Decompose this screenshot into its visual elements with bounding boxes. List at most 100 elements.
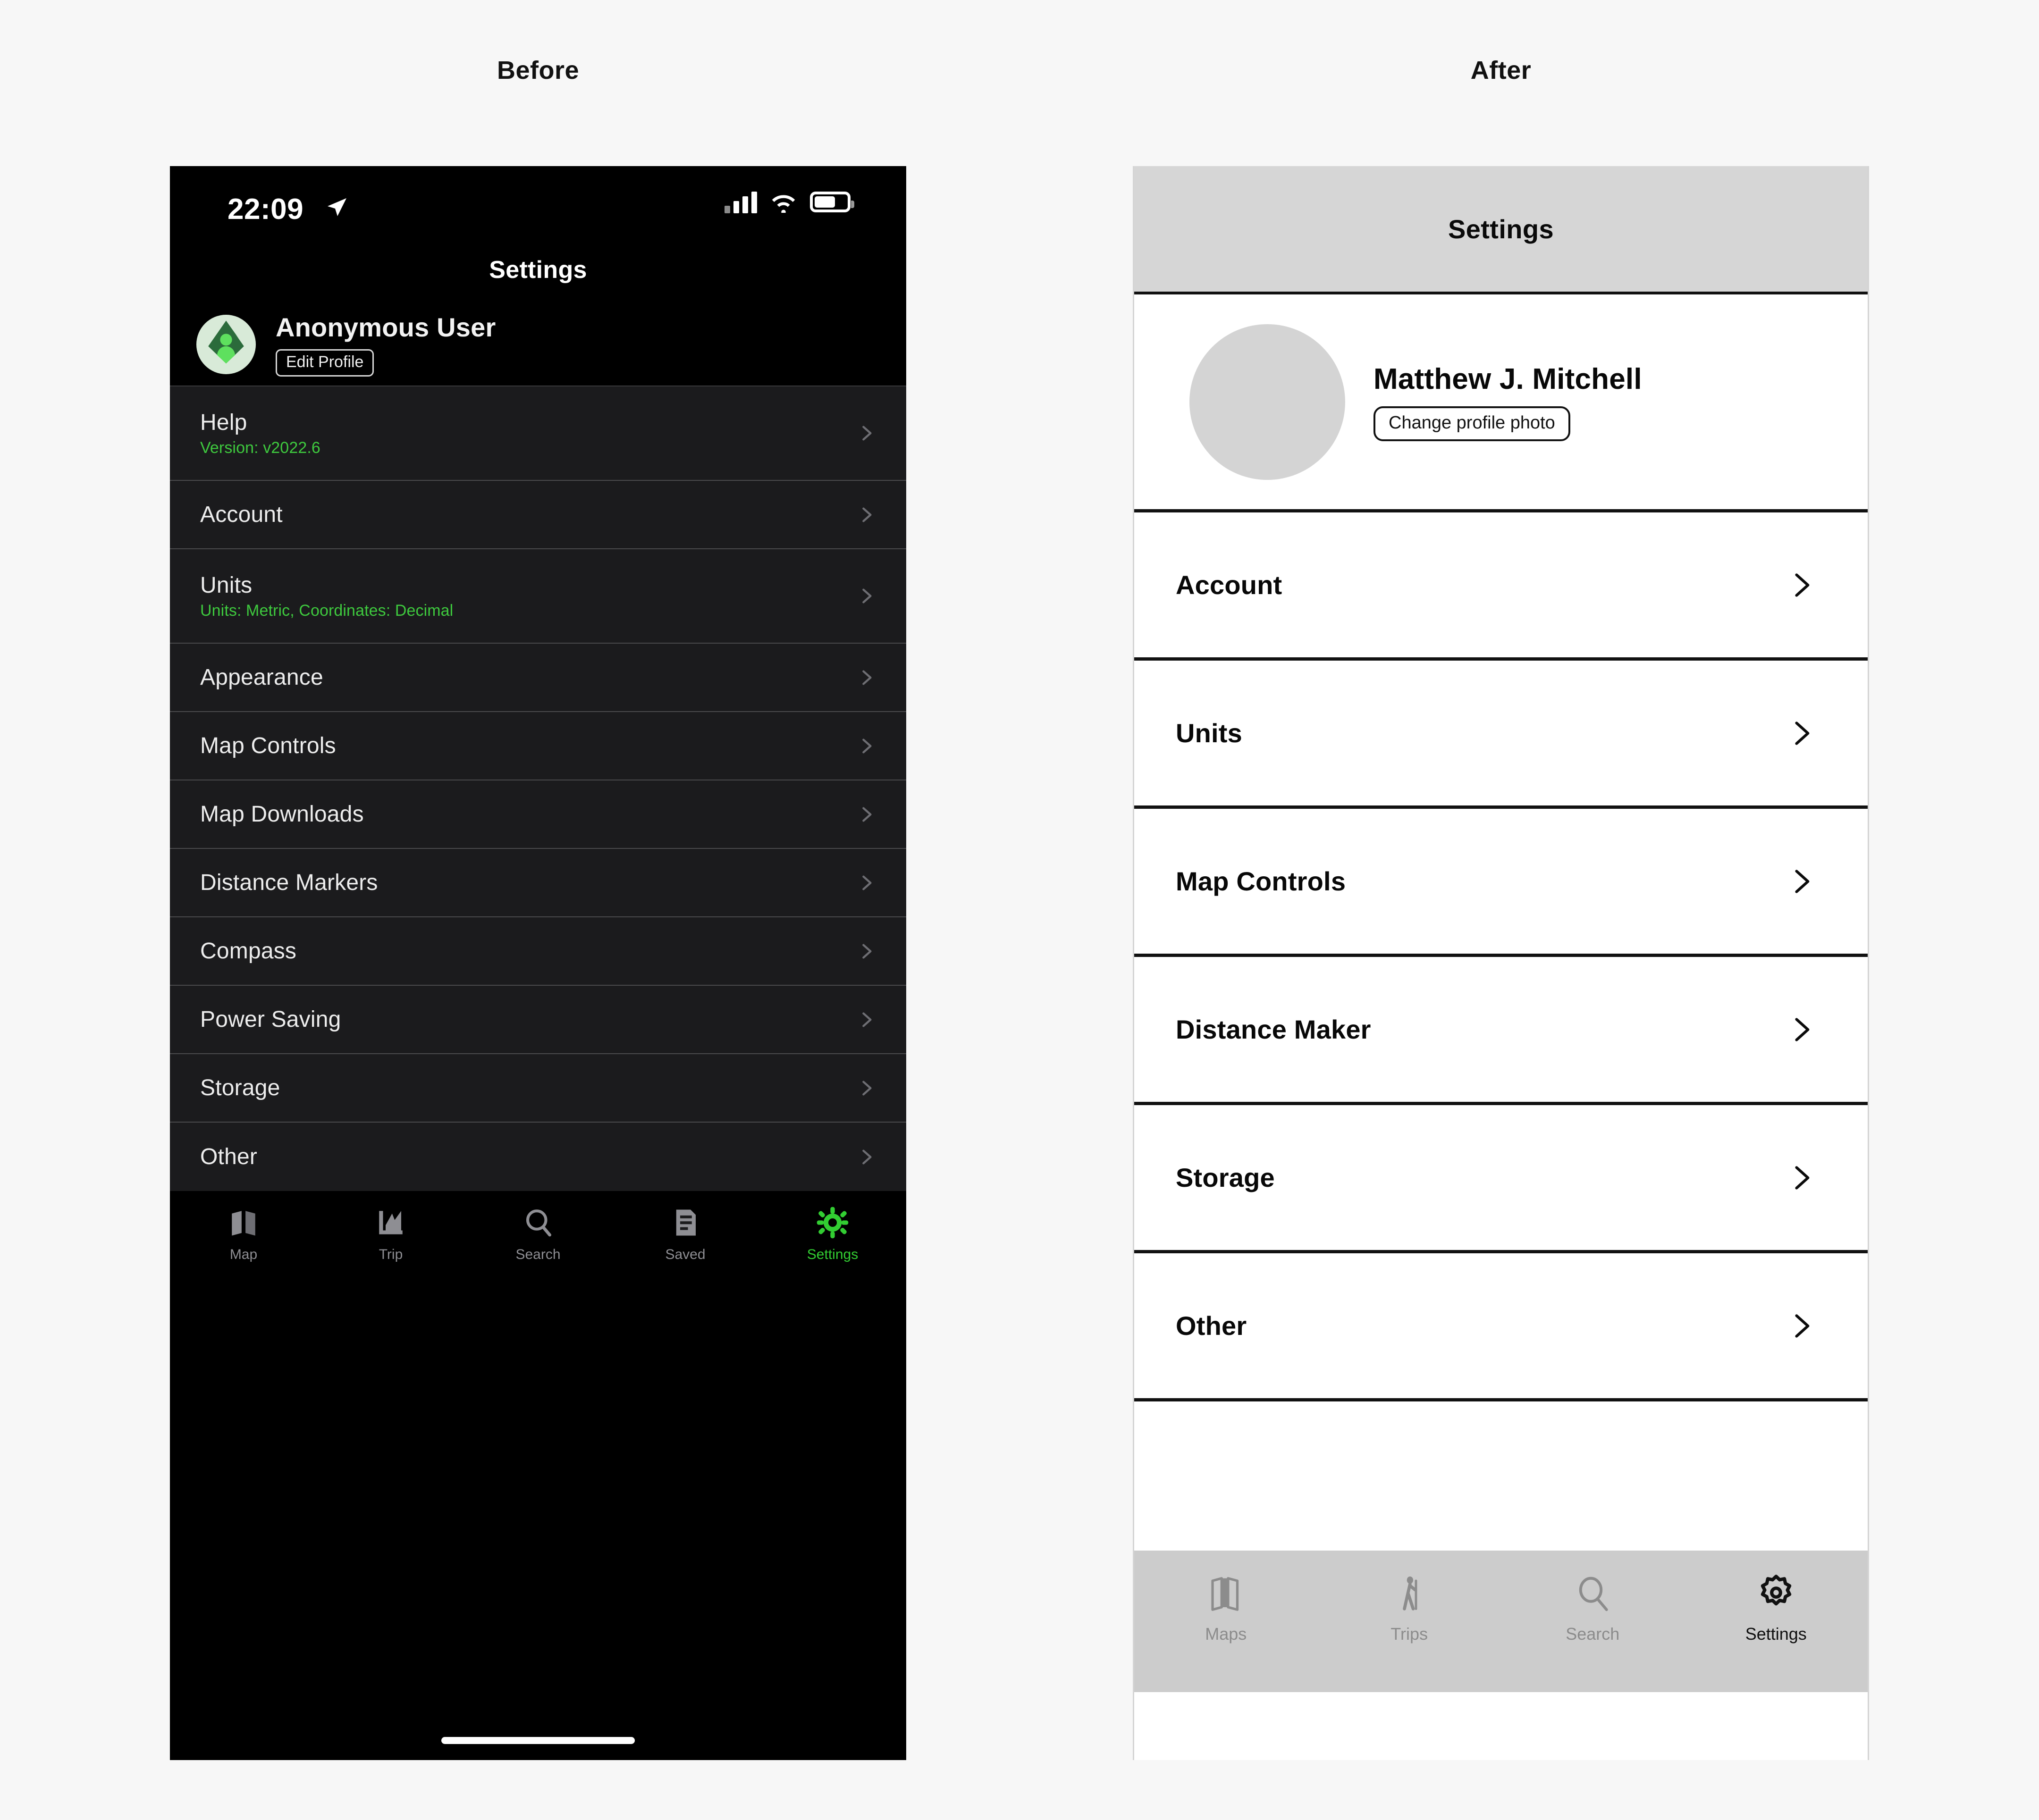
tab-saved[interactable]: Saved xyxy=(612,1205,759,1263)
settings-row-help[interactable]: Help Version: v2022.6 xyxy=(170,386,906,481)
row-subtitle: Version: v2022.6 xyxy=(200,438,320,457)
row-title: Help xyxy=(200,410,247,435)
chevron-right-icon xyxy=(1795,1314,1810,1338)
chevron-right-icon xyxy=(1795,869,1810,893)
tab-label: Search xyxy=(515,1247,561,1262)
tab-maps[interactable]: Maps xyxy=(1134,1571,1318,1644)
row-subtitle: Units: Metric, Coordinates: Decimal xyxy=(200,601,454,620)
before-caption: Before xyxy=(497,56,580,84)
row-title: Distance Markers xyxy=(200,870,378,895)
status-indicators xyxy=(725,191,854,213)
battery-icon xyxy=(810,192,854,212)
map-icon xyxy=(1134,1571,1318,1617)
chevron-right-icon xyxy=(862,807,872,822)
nav-title: Settings xyxy=(489,256,587,284)
chevron-right-icon xyxy=(862,944,872,958)
settings-row-account[interactable]: Account xyxy=(170,481,906,549)
status-time: 22:09 xyxy=(227,193,304,226)
settings-row-storage[interactable]: Storage xyxy=(1134,1105,1868,1253)
tab-label: Search xyxy=(1566,1624,1620,1644)
chart-trip-icon xyxy=(317,1205,464,1240)
settings-row-map-controls[interactable]: Map Controls xyxy=(170,712,906,780)
header: Settings xyxy=(1134,166,1868,294)
tab-label: Saved xyxy=(665,1247,706,1262)
chevron-right-icon xyxy=(862,875,872,890)
tab-search[interactable]: Search xyxy=(1501,1571,1685,1644)
settings-row-power-saving[interactable]: Power Saving xyxy=(170,986,906,1054)
placeholder-avatar-icon[interactable] xyxy=(1189,324,1345,480)
profile-section: Matthew J. Mitchell Change profile photo xyxy=(1134,294,1868,512)
chevron-right-icon xyxy=(1795,1166,1810,1190)
gear-icon xyxy=(1685,1571,1868,1617)
tab-label: Settings xyxy=(807,1247,859,1262)
chevron-right-icon xyxy=(862,738,872,753)
cellular-signal-icon xyxy=(725,191,757,213)
mountain-person-avatar-icon xyxy=(196,314,256,374)
profile-name: Matthew J. Mitchell xyxy=(1373,363,1642,396)
profile-name: Anonymous User xyxy=(276,312,496,343)
tab-map[interactable]: Map xyxy=(170,1205,317,1263)
tab-label: Maps xyxy=(1205,1624,1247,1644)
change-profile-photo-button[interactable]: Change profile photo xyxy=(1373,406,1570,441)
row-title: Compass xyxy=(200,939,297,964)
row-title: Map Downloads xyxy=(200,802,364,827)
settings-row-map-downloads[interactable]: Map Downloads xyxy=(170,780,906,849)
tab-trip[interactable]: Trip xyxy=(317,1205,464,1263)
chevron-right-icon xyxy=(862,507,872,522)
row-title: Account xyxy=(1176,570,1282,600)
row-title: Other xyxy=(1176,1311,1247,1341)
tab-settings[interactable]: Settings xyxy=(1685,1571,1868,1644)
before-phone-mockup: 22:09 Settings Anonymous User Edit Profi… xyxy=(170,166,906,1760)
settings-row-map-controls[interactable]: Map Controls xyxy=(1134,809,1868,957)
edit-profile-button[interactable]: Edit Profile xyxy=(276,349,374,377)
chevron-right-icon xyxy=(1795,1017,1810,1041)
tab-label: Map xyxy=(229,1247,258,1262)
row-title: Other xyxy=(200,1144,258,1169)
row-title: Units xyxy=(1176,718,1242,748)
home-indicator xyxy=(441,1737,635,1744)
row-title: Map Controls xyxy=(1176,866,1346,896)
settings-row-other[interactable]: Other xyxy=(1134,1253,1868,1401)
chevron-right-icon xyxy=(862,588,872,604)
settings-row-other[interactable]: Other xyxy=(170,1123,906,1191)
settings-row-units[interactable]: Units xyxy=(1134,661,1868,809)
settings-list: Help Version: v2022.6 Account Units Unit… xyxy=(170,386,906,1191)
settings-row-storage[interactable]: Storage xyxy=(170,1054,906,1123)
after-wireframe-mockup: Settings Matthew J. Mitchell Change prof… xyxy=(1133,166,1869,1760)
row-title: Units xyxy=(200,572,253,598)
wifi-icon xyxy=(772,195,795,213)
chevron-right-icon xyxy=(1795,573,1810,597)
map-icon xyxy=(170,1205,317,1240)
row-title: Account xyxy=(200,502,283,527)
settings-row-distance-markers[interactable]: Distance Markers xyxy=(170,849,906,917)
status-bar: 22:09 xyxy=(170,166,906,251)
hiker-icon xyxy=(1318,1571,1501,1617)
chevron-right-icon xyxy=(862,1081,872,1095)
empty-space xyxy=(1134,1401,1868,1551)
row-title: Map Controls xyxy=(200,733,336,758)
tab-settings[interactable]: Settings xyxy=(759,1205,906,1263)
tab-bar: Map Trip Search Saved Settings xyxy=(170,1191,906,1302)
chevron-right-icon xyxy=(862,1149,872,1164)
row-title: Power Saving xyxy=(200,1007,341,1032)
tab-label: Trip xyxy=(379,1247,403,1262)
settings-row-appearance[interactable]: Appearance xyxy=(170,644,906,712)
chevron-right-icon xyxy=(862,670,872,685)
page-title: Settings xyxy=(1448,214,1554,244)
row-title: Appearance xyxy=(200,665,323,690)
tab-search[interactable]: Search xyxy=(464,1205,612,1263)
chevron-right-icon xyxy=(862,1012,872,1027)
settings-row-compass[interactable]: Compass xyxy=(170,917,906,986)
saved-list-icon xyxy=(612,1205,759,1240)
location-arrow-icon xyxy=(328,198,346,216)
settings-row-units[interactable]: Units Units: Metric, Coordinates: Decima… xyxy=(170,549,906,644)
tab-label: Trips xyxy=(1390,1624,1428,1644)
tab-label: Settings xyxy=(1745,1624,1807,1644)
settings-row-account[interactable]: Account xyxy=(1134,512,1868,661)
chevron-right-icon xyxy=(1795,721,1810,745)
chevron-right-icon xyxy=(862,426,872,441)
settings-row-distance-maker[interactable]: Distance Maker xyxy=(1134,957,1868,1105)
row-title: Distance Maker xyxy=(1176,1015,1371,1044)
tab-trips[interactable]: Trips xyxy=(1318,1571,1501,1644)
row-title: Storage xyxy=(200,1075,280,1100)
